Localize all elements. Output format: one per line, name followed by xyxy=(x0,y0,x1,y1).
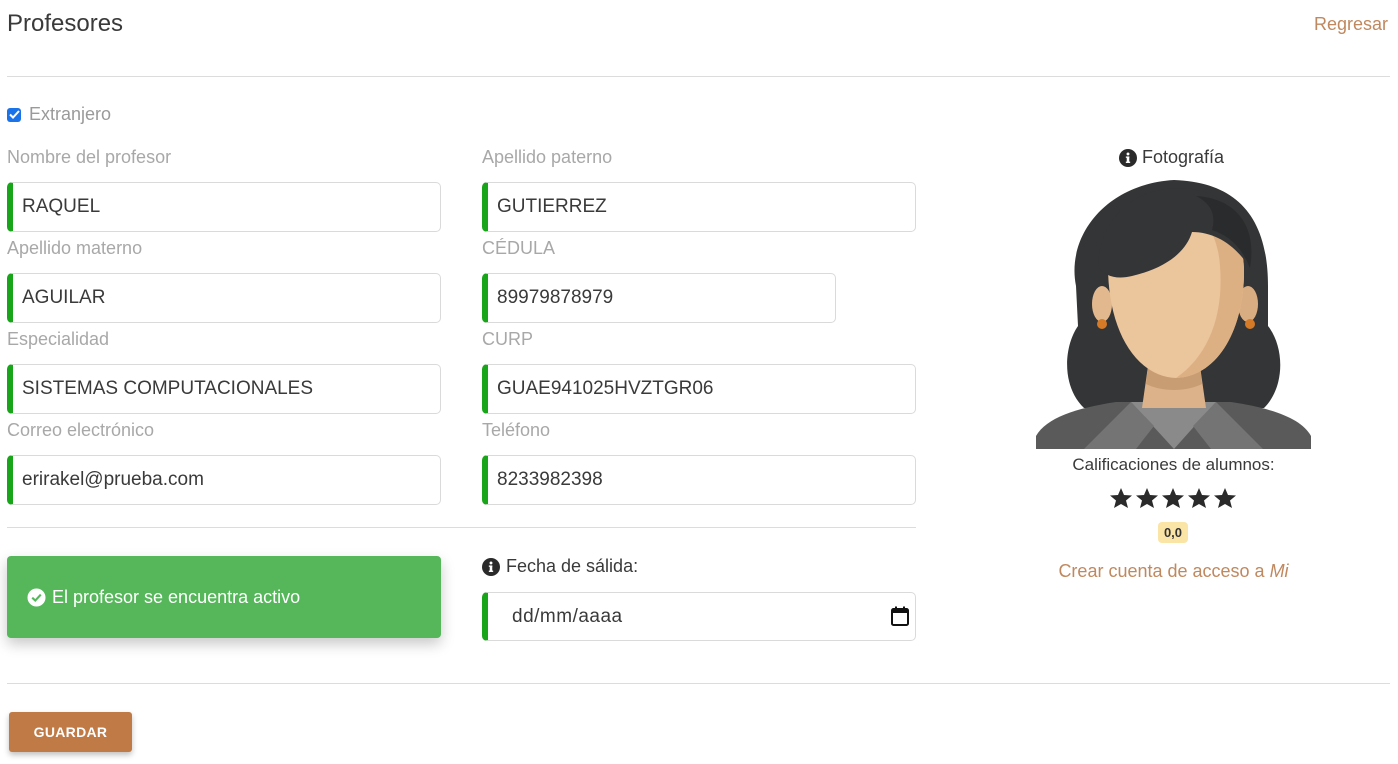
rating-score-badge: 0,0 xyxy=(1158,522,1188,543)
email-input[interactable] xyxy=(7,455,441,505)
phone-label: Teléfono xyxy=(482,420,551,440)
create-account-link-text: Crear cuenta de acceso a xyxy=(1058,561,1270,581)
star-rating[interactable] xyxy=(1109,487,1237,509)
create-account-link-emphasis: Mi xyxy=(1269,561,1289,581)
maternal-last-name-input[interactable] xyxy=(7,273,441,323)
exit-date-input[interactable]: dd/mm/aaaa xyxy=(482,592,916,641)
curp-label: CURP xyxy=(482,329,534,349)
footer-divider xyxy=(7,683,1390,684)
calendar-icon[interactable] xyxy=(891,606,909,626)
star-icon[interactable] xyxy=(1161,487,1185,509)
paternal-last-name-input[interactable] xyxy=(482,182,916,232)
info-icon xyxy=(1119,148,1137,167)
star-icon[interactable] xyxy=(1213,487,1237,509)
exit-date-label: Fecha de sálida: xyxy=(482,556,638,577)
info-icon xyxy=(482,557,500,576)
page-title: Profesores xyxy=(7,10,124,37)
foreign-checkbox-label: Extranjero xyxy=(29,104,112,124)
specialty-input[interactable] xyxy=(7,364,441,414)
paternal-last-name-label: Apellido paterno xyxy=(482,147,613,167)
back-link[interactable]: Regresar xyxy=(1314,14,1388,35)
status-badge: El profesor se encuentra activo xyxy=(7,556,441,638)
maternal-last-name-label: Apellido materno xyxy=(7,238,143,258)
star-icon[interactable] xyxy=(1109,487,1133,509)
save-button[interactable]: GUARDAR xyxy=(9,712,132,752)
first-name-label: Nombre del profesor xyxy=(7,147,172,167)
specialty-label: Especialidad xyxy=(7,329,110,349)
create-account-link[interactable]: Crear cuenta de acceso a Mi xyxy=(1036,561,1311,582)
star-icon[interactable] xyxy=(1135,487,1159,509)
email-label: Correo electrónico xyxy=(7,420,155,440)
cedula-input[interactable] xyxy=(482,273,836,323)
curp-input[interactable] xyxy=(482,364,916,414)
avatar[interactable] xyxy=(1036,176,1311,449)
photo-label: Fotografía xyxy=(1119,147,1224,168)
status-text: El profesor se encuentra activo xyxy=(52,586,301,607)
header-divider xyxy=(7,76,1390,77)
ratings-label: Calificaciones de alumnos: xyxy=(1072,455,1275,474)
check-icon[interactable] xyxy=(7,107,21,122)
check-circle-icon xyxy=(27,587,46,607)
cedula-label: CÉDULA xyxy=(482,238,556,258)
first-name-input[interactable] xyxy=(7,182,441,232)
foreign-checkbox[interactable]: Extranjero xyxy=(7,104,111,125)
form-divider xyxy=(7,527,916,528)
exit-date-placeholder: dd/mm/aaaa xyxy=(512,606,623,627)
photo-label-text: Fotografía xyxy=(1142,147,1225,167)
star-icon[interactable] xyxy=(1187,487,1211,509)
phone-input[interactable] xyxy=(482,455,916,505)
exit-date-label-text: Fecha de sálida: xyxy=(506,556,639,576)
